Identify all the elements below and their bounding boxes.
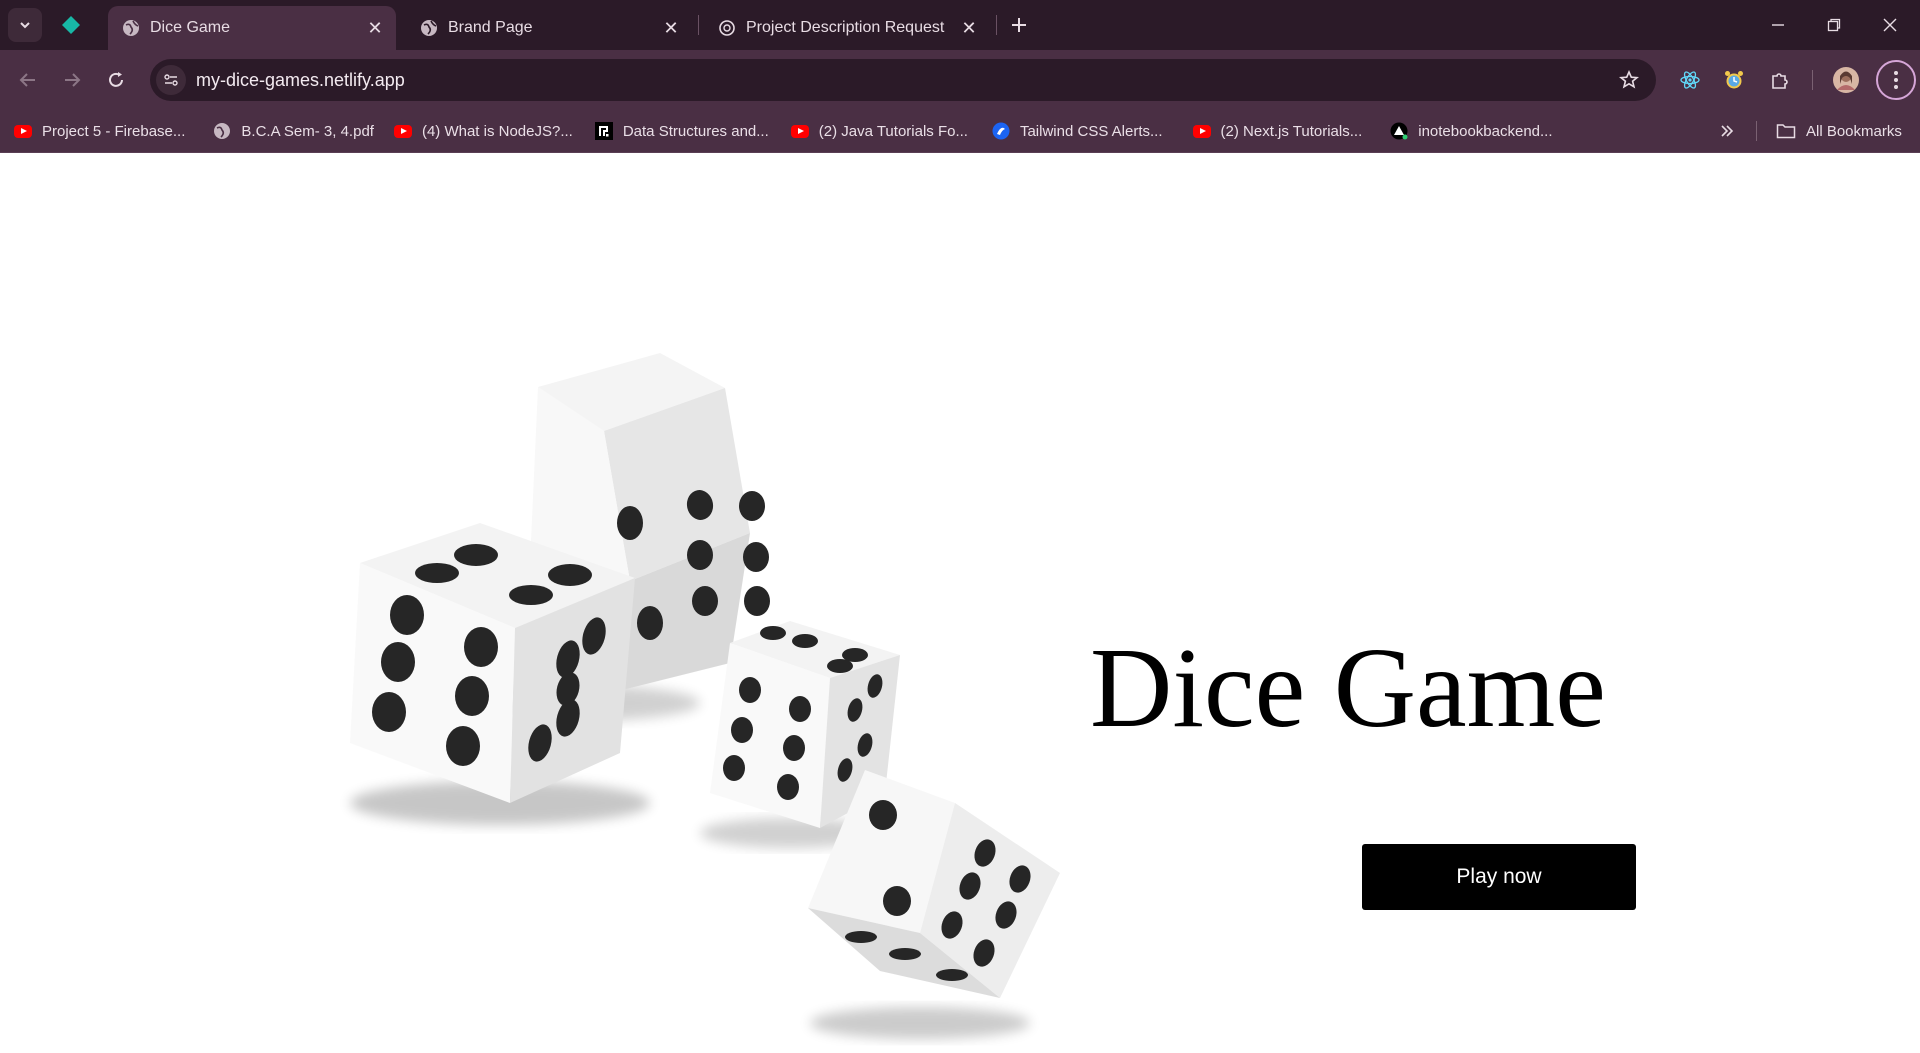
bookmark-item[interactable]: Tailwind CSS Alerts... xyxy=(992,122,1163,140)
chevron-down-icon xyxy=(20,22,30,29)
tab-title: Project Description Request xyxy=(746,19,945,36)
bookmark-label: (2) Next.js Tutorials... xyxy=(1220,122,1363,140)
bookmark-item[interactable]: B.C.A Sem- 3, 4.pdf xyxy=(213,122,374,140)
play-now-button[interactable]: Play now xyxy=(1362,844,1636,910)
address-bar[interactable]: my-dice-games.netlify.app xyxy=(150,59,1656,101)
tab-title: Brand Page xyxy=(448,19,533,36)
bookmark-star-icon[interactable] xyxy=(1614,65,1644,95)
arrow-right-icon xyxy=(65,73,81,87)
forward-button[interactable] xyxy=(56,64,88,96)
tab-title: Dice Game xyxy=(150,19,231,36)
bookmark-label: Data Structures and... xyxy=(622,122,769,140)
globe-icon xyxy=(420,19,438,37)
openai-icon xyxy=(718,19,736,37)
bookmark-item[interactable]: inotebookbackend... xyxy=(1390,122,1553,140)
site-settings-icon[interactable] xyxy=(156,65,186,95)
bookmark-item[interactable]: (2) Java Tutorials Fo... xyxy=(790,122,968,140)
toolbar-separator xyxy=(1812,70,1813,90)
bookmark-label: inotebookbackend... xyxy=(1418,122,1553,140)
more-bookmarks-button[interactable] xyxy=(1714,118,1740,144)
back-button[interactable] xyxy=(12,64,44,96)
youtube-icon xyxy=(1192,122,1211,140)
puzzle-icon xyxy=(1772,73,1788,89)
all-bookmarks-button[interactable]: All Bookmarks xyxy=(1776,110,1902,152)
die-front-large xyxy=(350,523,650,825)
avatar xyxy=(1833,67,1859,93)
url-text[interactable]: my-dice-games.netlify.app xyxy=(196,70,1614,91)
close-icon[interactable]: ✕ xyxy=(364,17,386,39)
tab-brand-page[interactable]: Brand Page ✕ xyxy=(406,6,692,50)
menu-button[interactable] xyxy=(1876,60,1916,100)
bookmark-item[interactable]: (4) What is NodeJS?... xyxy=(393,122,573,140)
bookmark-item[interactable]: (2) Next.js Tutorials... xyxy=(1192,122,1363,140)
bookmarks-separator xyxy=(1756,121,1757,141)
tab-search-button[interactable] xyxy=(8,8,42,42)
more-vertical-icon xyxy=(1894,71,1898,89)
bookmark-item[interactable]: Project 5 - Firebase... xyxy=(14,122,185,140)
profile-button[interactable] xyxy=(1830,64,1862,96)
page-content: Dice Game Play now xyxy=(0,153,1920,1039)
site-icon xyxy=(594,122,613,140)
minimize-icon xyxy=(1772,24,1784,26)
close-window-button[interactable] xyxy=(1862,0,1918,50)
flowbite-icon xyxy=(992,122,1010,140)
all-bookmarks-label: All Bookmarks xyxy=(1806,122,1902,140)
tab-separator xyxy=(996,15,997,35)
react-icon xyxy=(1680,71,1700,89)
globe-icon xyxy=(213,122,231,140)
bookmark-label: (4) What is NodeJS?... xyxy=(421,122,573,140)
browser-chrome: Dice Game ✕ Brand Page ✕ Project Descrip… xyxy=(0,0,1920,153)
close-icon[interactable]: ✕ xyxy=(660,17,682,39)
youtube-icon xyxy=(14,122,32,140)
bookmark-item[interactable]: Data Structures and... xyxy=(594,122,769,140)
plus-icon xyxy=(1012,18,1026,32)
close-icon xyxy=(1883,18,1897,32)
bookmark-label: Project 5 - Firebase... xyxy=(42,122,186,140)
reload-icon xyxy=(109,72,123,87)
pinned-tab[interactable] xyxy=(58,12,84,38)
alarm-extension[interactable] xyxy=(1718,64,1750,96)
tab-strip: Dice Game ✕ Brand Page ✕ Project Descrip… xyxy=(0,0,1920,50)
youtube-icon xyxy=(393,122,412,140)
arrow-left-icon xyxy=(19,73,35,87)
alarm-clock-icon xyxy=(1725,71,1743,89)
dice-illustration xyxy=(350,353,1060,1039)
tab-project-description[interactable]: Project Description Request ✕ xyxy=(704,6,990,50)
bookmarks-bar: Project 5 - Firebase... B.C.A Sem- 3, 4.… xyxy=(0,110,1920,153)
tab-separator xyxy=(698,15,699,35)
minimize-button[interactable] xyxy=(1750,0,1806,50)
new-tab-button[interactable] xyxy=(1006,12,1032,38)
bookmark-label: B.C.A Sem- 3, 4.pdf xyxy=(241,122,374,140)
chevron-double-right-icon xyxy=(1721,125,1734,137)
page-title: Dice Game xyxy=(1090,624,1606,751)
render-icon xyxy=(1390,122,1408,140)
bookmark-label: (2) Java Tutorials Fo... xyxy=(818,122,968,140)
reload-button[interactable] xyxy=(100,64,132,96)
restore-button[interactable] xyxy=(1806,0,1862,50)
extensions-button[interactable] xyxy=(1764,64,1796,96)
tab-dice-game[interactable]: Dice Game ✕ xyxy=(108,6,396,50)
restore-icon xyxy=(1827,18,1841,32)
diamond-icon xyxy=(62,16,80,34)
globe-icon xyxy=(122,19,140,37)
folder-icon xyxy=(1776,124,1796,139)
bookmark-label: Tailwind CSS Alerts... xyxy=(1019,122,1163,140)
toolbar: my-dice-games.netlify.app xyxy=(0,50,1920,110)
react-devtools-extension[interactable] xyxy=(1674,64,1706,96)
close-icon[interactable]: ✕ xyxy=(958,17,980,39)
youtube-icon xyxy=(790,122,809,140)
